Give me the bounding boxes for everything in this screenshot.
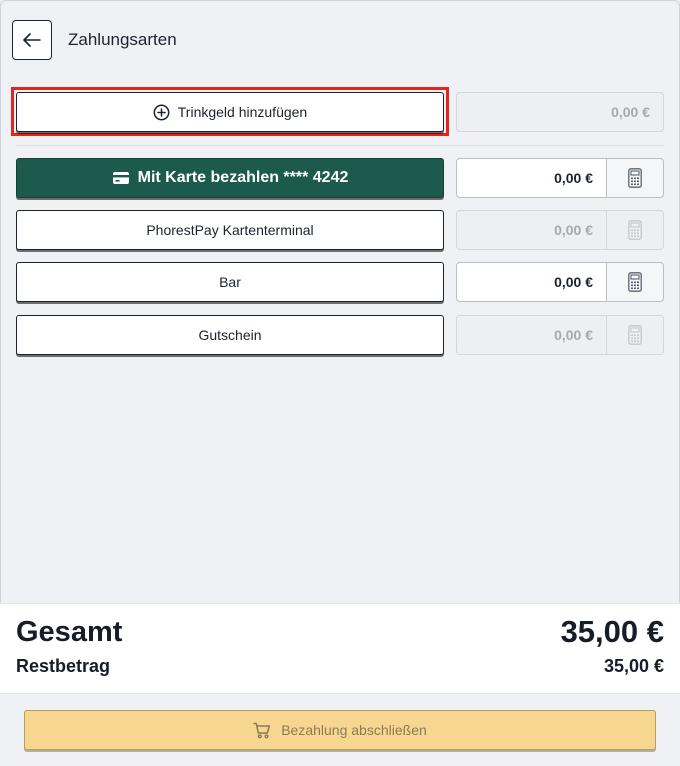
calculator-icon: [628, 272, 642, 292]
remaining-label: Restbetrag: [16, 656, 111, 676]
phorestpay-terminal-label: PhorestPay Kartenterminal: [146, 222, 314, 238]
header: Zahlungsarten: [12, 20, 177, 60]
plus-circle-icon: [153, 104, 170, 121]
voucher-amount-input: 0,00 €: [456, 315, 607, 355]
total-value: 35,00 €: [560, 614, 664, 649]
payment-summary: Gesamt 35,00 € Restbetrag 35,00 €: [0, 603, 680, 693]
calculator-icon: [628, 168, 642, 188]
footer: Bezahlung abschließen: [0, 693, 680, 766]
back-button[interactable]: [12, 20, 52, 60]
remaining-value: 35,00 €: [603, 656, 664, 676]
cash-amount-input[interactable]: 0,00 €: [456, 262, 607, 302]
cash-label: Bar: [219, 274, 241, 290]
voucher-label: Gutschein: [198, 327, 262, 343]
cash-calculator-button[interactable]: [606, 262, 664, 302]
total-label: Gesamt: [16, 616, 123, 648]
voucher-button[interactable]: Gutschein: [16, 315, 444, 355]
pay-with-card-button[interactable]: Mit Karte bezahlen **** 4242: [16, 158, 444, 198]
arrow-left-icon: [23, 33, 41, 47]
add-tip-button[interactable]: Trinkgeld hinzufügen: [16, 92, 444, 132]
complete-payment-label: Bezahlung abschließen: [281, 722, 427, 738]
card-amount-input[interactable]: 0,00 €: [456, 158, 607, 198]
pay-with-card-label: Mit Karte bezahlen **** 4242: [137, 169, 349, 186]
cash-button[interactable]: Bar: [16, 262, 444, 302]
complete-payment-button[interactable]: Bezahlung abschließen: [24, 710, 656, 750]
credit-card-icon: [112, 171, 130, 185]
phorestpay-amount-input: 0,00 €: [456, 210, 607, 250]
tip-amount-field: 0,00 €: [456, 92, 664, 132]
page-title: Zahlungsarten: [68, 30, 177, 49]
calculator-icon: [628, 220, 642, 240]
calculator-icon: [628, 325, 642, 345]
add-tip-label: Trinkgeld hinzufügen: [177, 104, 308, 120]
card-calculator-button[interactable]: [606, 158, 664, 198]
shopping-cart-icon: [253, 722, 271, 739]
divider: [16, 145, 664, 146]
phorestpay-terminal-button[interactable]: PhorestPay Kartenterminal: [16, 210, 444, 250]
voucher-calculator-button: [606, 315, 664, 355]
phorestpay-calculator-button: [606, 210, 664, 250]
